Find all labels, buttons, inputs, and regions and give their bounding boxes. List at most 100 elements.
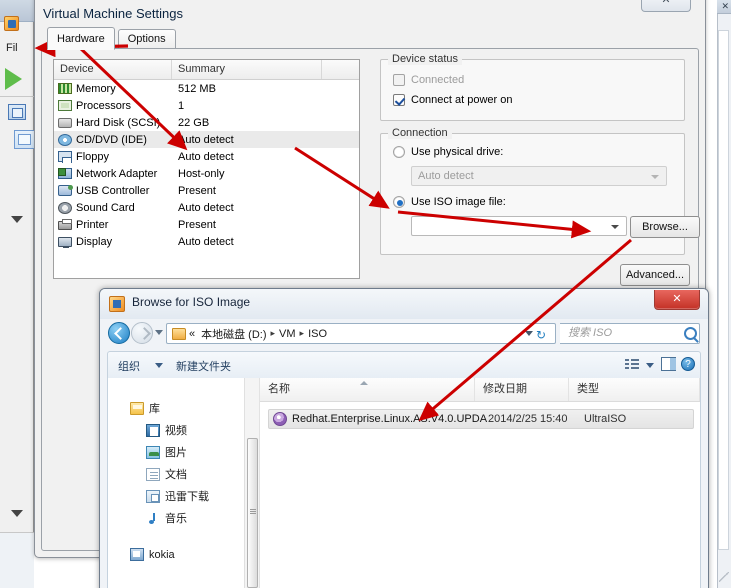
usb-icon: [58, 185, 73, 196]
nav-item-label: 文档: [165, 469, 187, 481]
column-header-name[interactable]: 名称: [260, 378, 475, 401]
chevron-down-icon[interactable]: [607, 217, 623, 235]
advanced-button[interactable]: Advanced...: [620, 264, 690, 286]
column-header-type[interactable]: 类型: [569, 378, 700, 401]
checkbox-icon[interactable]: [393, 94, 405, 106]
vm-thumbnail-icon[interactable]: [14, 130, 36, 149]
harddisk-icon: [58, 117, 72, 128]
device-summary: Auto detect: [178, 133, 234, 146]
play-icon[interactable]: [5, 68, 22, 90]
tab-hardware[interactable]: Hardware: [47, 27, 115, 50]
table-row[interactable]: Floppy Auto detect: [54, 148, 359, 165]
organize-button[interactable]: 组织: [118, 358, 140, 374]
browse-titlebar: Browse for ISO Image ✕: [100, 289, 708, 319]
close-button[interactable]: ✕: [654, 290, 700, 310]
address-bar[interactable]: « 本地磁盘 (D:) ▸ VM ▸ ISO ↻: [166, 323, 556, 344]
navigation-pane-scrollbar[interactable]: [244, 378, 259, 588]
nav-item-library[interactable]: 库: [130, 400, 160, 416]
video-icon: [146, 423, 160, 437]
scrollbar-thumb[interactable]: [247, 438, 258, 588]
help-icon[interactable]: ?: [681, 357, 695, 371]
chevron-down-icon[interactable]: [11, 510, 23, 517]
device-name: Floppy: [76, 150, 110, 163]
radio-use-iso-image-file[interactable]: Use ISO image file:: [393, 196, 506, 208]
breadcrumb-item-vm[interactable]: VM: [276, 328, 299, 340]
browse-content: 库 视频 图片 文档 迅雷下载 音乐 kokia 名称 修改日期 类型 Redh…: [107, 378, 701, 588]
breadcrumb-chevron[interactable]: «: [186, 328, 198, 340]
radio-icon[interactable]: [393, 146, 405, 158]
search-icon[interactable]: [684, 327, 697, 340]
memory-icon: [58, 83, 72, 94]
column-header-device[interactable]: Device: [54, 60, 172, 79]
table-row[interactable]: Sound Card Auto detect: [54, 199, 359, 216]
column-header-filler: [322, 60, 359, 79]
column-header-name-label: 名称: [268, 383, 290, 395]
checkbox-connect-at-power-on[interactable]: Connect at power on: [393, 94, 513, 106]
new-folder-button[interactable]: 新建文件夹: [176, 358, 231, 374]
checkbox-icon[interactable]: [393, 74, 405, 86]
nav-item-computer[interactable]: kokia: [130, 548, 175, 561]
close-icon[interactable]: ✕: [721, 1, 729, 12]
device-summary: Present: [178, 218, 216, 231]
table-row[interactable]: Display Auto detect: [54, 233, 359, 250]
resize-grip-icon[interactable]: [719, 572, 729, 582]
device-list[interactable]: Device Summary Memory 512 MB Processors …: [53, 59, 360, 279]
background-right-content: [718, 30, 729, 550]
radio-use-physical-drive[interactable]: Use physical drive:: [393, 146, 503, 158]
column-header-date[interactable]: 修改日期: [475, 378, 569, 401]
background-menu-file[interactable]: Fil: [6, 42, 18, 54]
device-name: Printer: [76, 218, 109, 231]
nav-item-videos[interactable]: 视频: [146, 422, 187, 438]
table-row[interactable]: Hard Disk (SCSI) 22 GB: [54, 114, 359, 131]
table-row[interactable]: Memory 512 MB: [54, 80, 359, 97]
breadcrumb-item-drive[interactable]: 本地磁盘 (D:): [198, 326, 269, 342]
device-status-group: Device status Connected Connect at power…: [380, 53, 685, 121]
music-icon: [146, 512, 160, 525]
device-name: Hard Disk (SCSI): [76, 116, 161, 129]
tab-options[interactable]: Options: [117, 29, 176, 50]
device-name: Processors: [76, 99, 132, 112]
iso-path-combobox[interactable]: [411, 216, 627, 236]
radio-icon[interactable]: [393, 196, 405, 208]
table-row[interactable]: Processors 1: [54, 97, 359, 114]
refresh-icon[interactable]: ↻: [536, 328, 551, 342]
chevron-down-icon[interactable]: [11, 216, 23, 223]
cpu-icon: [58, 100, 72, 111]
nav-item-pictures[interactable]: 图片: [146, 444, 187, 460]
chevron-down-icon[interactable]: [647, 167, 663, 185]
table-row[interactable]: Network Adapter Host-only: [54, 165, 359, 182]
column-header-summary[interactable]: Summary: [172, 60, 322, 79]
physical-drive-select[interactable]: Auto detect: [411, 166, 667, 186]
nav-item-music[interactable]: 音乐: [146, 510, 187, 526]
device-status-legend: Device status: [388, 53, 463, 65]
sort-ascending-icon: [360, 381, 368, 385]
file-list-row[interactable]: Redhat.Enterprise.Linux.AS.V4.0.UPDA... …: [268, 409, 694, 429]
table-row[interactable]: USB Controller Present: [54, 182, 359, 199]
device-name: Memory: [76, 82, 116, 95]
browse-toolbar: 组织 新建文件夹 ?: [107, 351, 701, 378]
chevron-down-icon[interactable]: [155, 363, 163, 368]
display-icon: [58, 236, 72, 248]
search-input[interactable]: 搜索 ISO: [560, 323, 700, 344]
recent-locations-icon[interactable]: [155, 330, 163, 335]
close-button[interactable]: ✕: [641, 0, 691, 12]
preview-pane-icon[interactable]: [661, 357, 676, 371]
vm-thumbnail-icon[interactable]: [8, 104, 26, 120]
printer-icon: [58, 219, 72, 230]
nav-item-downloads[interactable]: 迅雷下载: [146, 488, 209, 504]
table-row[interactable]: Printer Present: [54, 216, 359, 233]
nav-item-label: 视频: [165, 425, 187, 437]
checkbox-connected[interactable]: Connected: [393, 74, 464, 86]
view-mode-icon[interactable]: [625, 358, 640, 371]
browse-button[interactable]: Browse...: [630, 216, 700, 238]
chevron-down-icon[interactable]: [646, 363, 654, 368]
folder-icon: [172, 327, 186, 340]
back-icon[interactable]: [108, 322, 130, 344]
forward-icon[interactable]: [131, 322, 153, 344]
device-name: CD/DVD (IDE): [76, 133, 147, 146]
nav-item-documents[interactable]: 文档: [146, 466, 187, 482]
radio-use-iso-image-file-label: Use ISO image file:: [411, 196, 506, 208]
breadcrumb-item-iso[interactable]: ISO: [305, 328, 330, 340]
chevron-down-icon[interactable]: [525, 331, 533, 336]
table-row-cd-dvd[interactable]: CD/DVD (IDE) Auto detect: [54, 131, 359, 148]
